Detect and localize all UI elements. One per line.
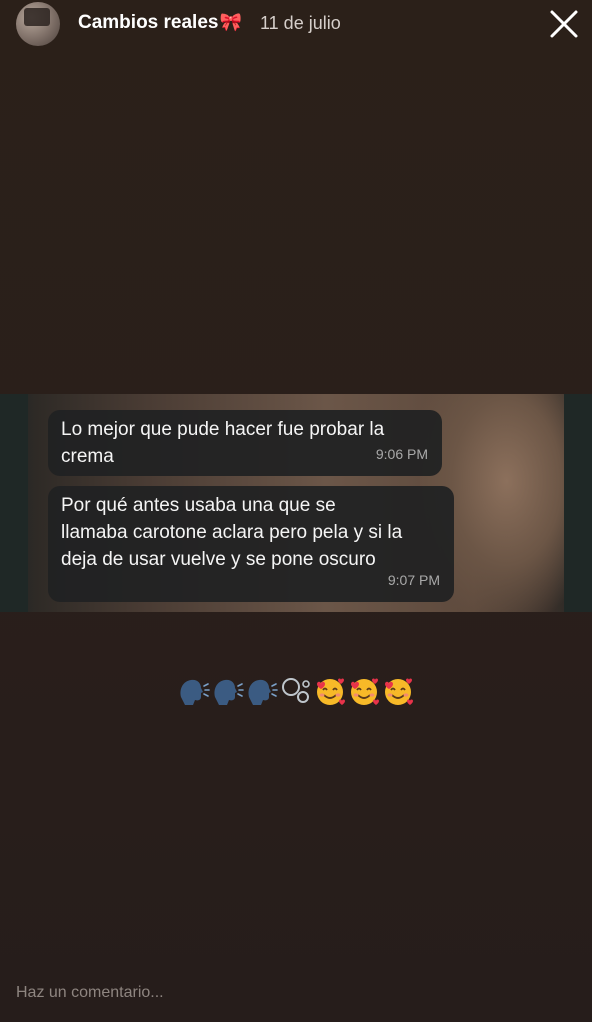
photo-right-edge [564,394,592,612]
username-text: Cambios reales [78,12,219,33]
post-date: 11 de julio [260,13,341,33]
story-view: Cambios reales🎀 11 de julio Lo mejor que… [0,0,592,1022]
message-line: Por qué antes usaba una que se [61,495,336,516]
username[interactable]: Cambios reales🎀 [78,12,242,34]
message-line: Lo mejor que pude hacer fue probar la [61,419,385,440]
message-line: deja de usar vuelve y se pone oscuro [61,549,376,570]
chat-bubble: Lo mejor que pude hacer fue probar la cr… [48,410,442,476]
ribbon-icon: 🎀 [219,12,242,32]
smiling-face-with-hearts-icon [385,678,413,706]
chat-bubble: Por qué antes usaba una que se llamaba c… [48,486,454,602]
speaking-head-icon [214,679,244,706]
story-header: Cambios reales🎀 11 de julio [0,0,592,48]
profile-avatar[interactable] [16,2,60,46]
message-time: 9:06 PM [375,446,428,462]
emoji-caption [0,672,592,709]
message-line: crema [61,446,114,467]
message-text: Por qué antes usaba una que se llamaba c… [61,492,402,573]
speaking-head-icon [248,679,278,706]
close-icon [550,10,578,38]
comment-input[interactable]: Haz un comentario... [16,984,164,1002]
smiling-face-with-hearts-icon [351,678,379,706]
message-text: Lo mejor que pude hacer fue probar la cr… [61,416,384,470]
smiling-face-with-hearts-icon [317,678,345,706]
comment-bar: Haz un comentario... [0,966,592,1022]
photo-left-edge [0,394,28,612]
avatar-image [24,8,50,26]
message-time: 9:07 PM [387,572,440,588]
bubbles-icon [282,678,310,704]
close-button[interactable] [546,6,582,42]
speaking-head-icon [180,679,210,706]
message-line: llamaba carotone aclara pero pela y si l… [61,522,403,543]
